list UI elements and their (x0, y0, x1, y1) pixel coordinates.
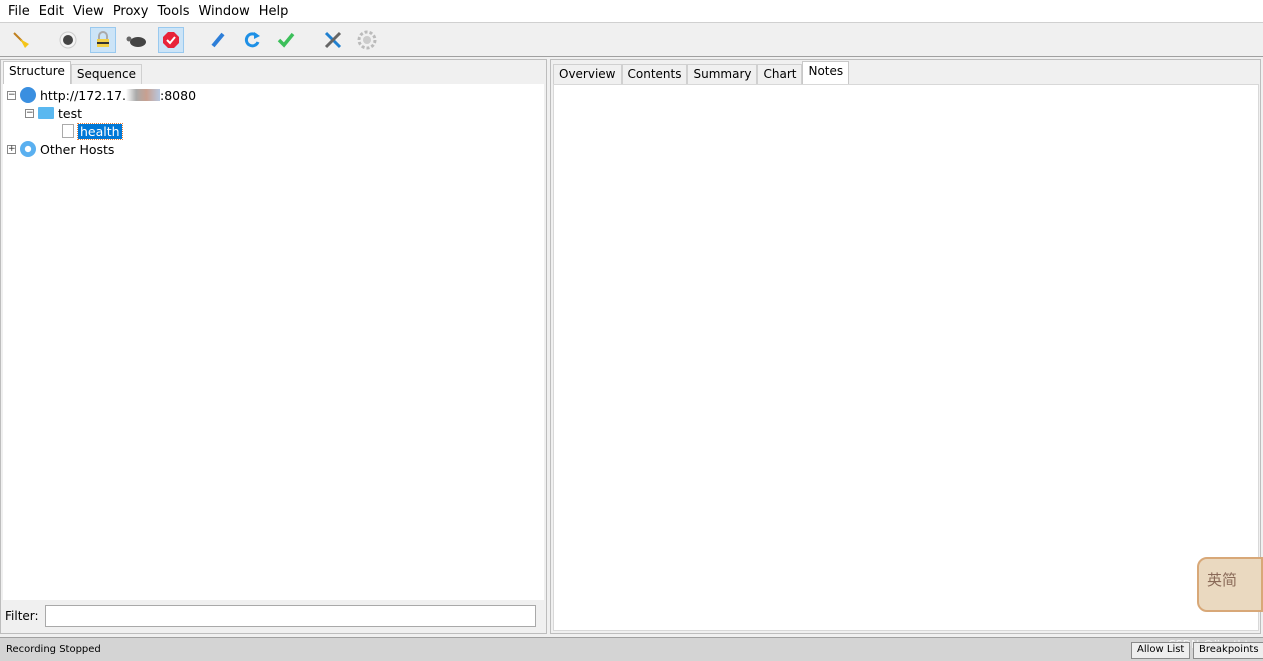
hosts-cluster-icon (20, 141, 36, 157)
settings-gear-icon[interactable] (354, 27, 380, 53)
menu-edit[interactable]: Edit (35, 4, 68, 19)
filter-bar: Filter: (5, 605, 536, 627)
structure-tree: − http://172.17.:8080 − test health + Ot… (3, 84, 544, 600)
record-icon[interactable] (55, 27, 81, 53)
breakpoints-button[interactable]: Breakpoints (1193, 642, 1263, 659)
menu-file[interactable]: File (4, 4, 34, 19)
menu-view[interactable]: View (69, 4, 108, 19)
tree-folder-test[interactable]: − test (25, 104, 82, 122)
expand-icon[interactable]: + (7, 144, 16, 154)
tab-chart[interactable]: Chart (757, 64, 803, 84)
tab-notes[interactable]: Notes (802, 61, 850, 84)
tree-host[interactable]: − http://172.17.:8080 (7, 86, 196, 104)
redacted-block (126, 89, 161, 101)
menu-bar: File Edit View Proxy Tools Window Help (0, 0, 1263, 23)
notes-area[interactable] (553, 84, 1259, 631)
status-text: Recording Stopped (6, 644, 101, 655)
menu-window[interactable]: Window (194, 4, 253, 19)
status-bar: Recording Stopped CSDN @jiaytht Allow Li… (0, 637, 1263, 661)
repeat-icon[interactable] (239, 27, 265, 53)
ime-badge[interactable]: 英简 (1197, 557, 1263, 612)
collapse-icon[interactable]: − (25, 108, 34, 118)
compose-pen-icon[interactable] (205, 27, 231, 53)
tab-overview[interactable]: Overview (553, 64, 622, 84)
allow-list-button[interactable]: Allow List (1131, 642, 1191, 659)
tools-icon[interactable] (320, 27, 346, 53)
ssl-proxy-lock-icon[interactable] (90, 27, 116, 53)
json-file-icon (62, 124, 74, 138)
validate-check-icon[interactable] (273, 27, 299, 53)
throttle-turtle-icon[interactable] (124, 27, 150, 53)
filter-input[interactable] (44, 605, 536, 627)
tab-structure[interactable]: Structure (3, 61, 71, 84)
breakpoints-stop-icon[interactable] (158, 27, 184, 53)
collapse-icon[interactable]: − (7, 90, 16, 100)
tab-sequence[interactable]: Sequence (70, 64, 143, 84)
tree-other-hosts[interactable]: + Other Hosts (7, 140, 114, 158)
filter-label: Filter: (5, 609, 39, 623)
folder-icon (38, 107, 54, 119)
tab-summary[interactable]: Summary (687, 64, 758, 84)
menu-help[interactable]: Help (255, 4, 293, 19)
tab-contents[interactable]: Contents (621, 64, 688, 84)
toolbar (0, 24, 1263, 57)
tree-file-health[interactable]: health (62, 122, 123, 140)
menu-tools[interactable]: Tools (153, 4, 193, 19)
broom-icon[interactable] (8, 27, 34, 53)
structure-panel: Structure Sequence − http://172.17.:8080… (0, 59, 547, 634)
detail-panel: Overview Contents Summary Chart Notes (550, 59, 1261, 634)
menu-proxy[interactable]: Proxy (109, 4, 153, 19)
globe-icon (20, 87, 36, 103)
